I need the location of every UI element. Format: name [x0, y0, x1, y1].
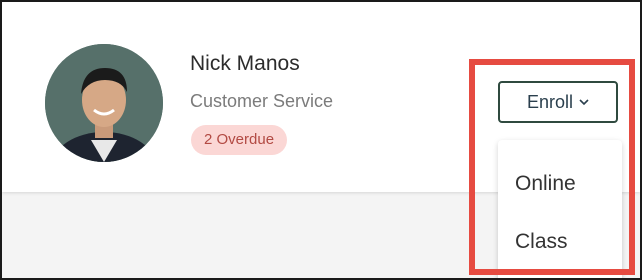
enroll-option-online[interactable]: Online	[515, 172, 576, 196]
avatar-photo	[45, 44, 163, 162]
enroll-button[interactable]: Enroll	[498, 81, 618, 123]
enroll-button-label: Enroll	[526, 91, 574, 112]
employee-role: Customer Service	[190, 91, 334, 111]
enroll-option-class[interactable]: Class	[515, 230, 568, 254]
overdue-badge: 2 Overdue	[191, 125, 288, 155]
screenshot-frame: Nick Manos Customer Service 2 Overdue En…	[0, 0, 642, 280]
employee-name: Nick Manos	[190, 52, 300, 75]
chevron-down-icon	[579, 99, 589, 106]
avatar	[45, 44, 163, 162]
enroll-dropdown-menu: Online Class	[498, 140, 622, 278]
